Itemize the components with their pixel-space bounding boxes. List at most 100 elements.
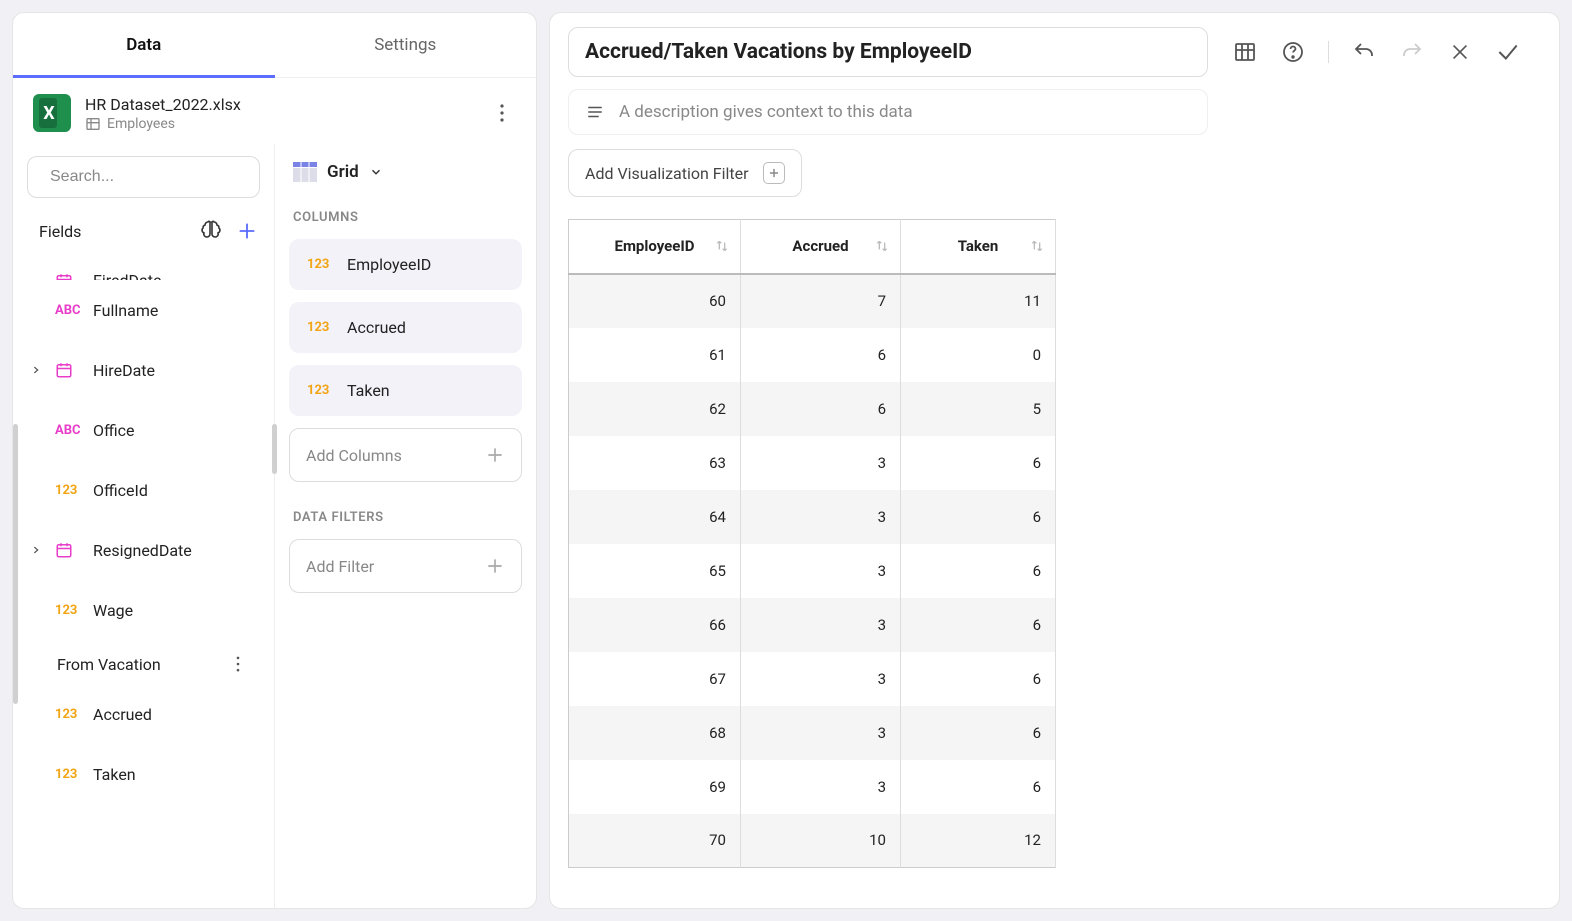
field-name: OfficeId <box>93 481 148 500</box>
ai-suggest-button[interactable] <box>198 218 224 244</box>
columns-section-label: COLUMNS <box>289 210 522 225</box>
table-row[interactable]: 6836 <box>569 706 1056 760</box>
help-button[interactable] <box>1280 39 1306 65</box>
table-view-button[interactable] <box>1232 39 1258 65</box>
table-icon <box>1233 40 1257 64</box>
cell-accrued: 3 <box>741 760 901 814</box>
column-pill[interactable]: 123Taken <box>289 365 522 416</box>
table-row[interactable]: 6636 <box>569 598 1056 652</box>
column-header-employeeid[interactable]: EmployeeID <box>569 220 741 274</box>
scrollbar[interactable] <box>272 424 277 474</box>
field-item[interactable]: FiredDate <box>31 250 266 280</box>
table-row[interactable]: 6736 <box>569 652 1056 706</box>
excel-file-icon: X <box>33 94 71 132</box>
column-pill[interactable]: 123Accrued <box>289 302 522 353</box>
column-pill[interactable]: 123 EmployeeID <box>289 239 522 290</box>
field-name: Fullname <box>93 301 158 320</box>
table-row[interactable]: 6536 <box>569 544 1056 598</box>
cell-employeeid: 64 <box>569 490 741 544</box>
plus-icon <box>485 445 505 465</box>
field-name: Accrued <box>93 705 152 724</box>
table-row[interactable]: 60711 <box>569 274 1056 328</box>
toolbar <box>1232 39 1521 65</box>
datasource-more-button[interactable] <box>488 99 516 127</box>
fields-label: Fields <box>39 222 188 241</box>
group-more-button[interactable] <box>224 650 252 678</box>
filters-section-label: DATA FILTERS <box>289 510 522 525</box>
field-item[interactable]: 123OfficeId <box>31 460 266 520</box>
field-item[interactable]: ABCOffice <box>31 400 266 460</box>
table-row[interactable]: 6265 <box>569 382 1056 436</box>
datasource-sheet-name: Employees <box>107 116 175 132</box>
number-type-icon: 123 <box>55 707 83 722</box>
visualization-title-input[interactable]: Accrued/Taken Vacations by EmployeeID <box>568 27 1208 77</box>
field-item[interactable]: 123Wage <box>31 580 266 640</box>
cell-accrued: 3 <box>741 436 901 490</box>
tab-settings[interactable]: Settings <box>275 13 537 77</box>
help-icon <box>1281 40 1305 64</box>
cell-taken: 6 <box>901 598 1056 652</box>
date-type-icon <box>55 272 83 280</box>
column-header-taken[interactable]: Taken <box>901 220 1056 274</box>
cell-accrued: 3 <box>741 706 901 760</box>
search-input[interactable] <box>50 168 257 186</box>
cell-employeeid: 63 <box>569 436 741 490</box>
cell-taken: 12 <box>901 814 1056 868</box>
field-item[interactable]: ResignedDate <box>31 520 266 580</box>
add-columns-dropzone[interactable]: Add Columns <box>289 428 522 482</box>
table-row[interactable]: 701012 <box>569 814 1056 868</box>
field-item[interactable]: 123Taken <box>31 744 266 804</box>
confirm-button[interactable] <box>1495 39 1521 65</box>
table-row[interactable]: 6436 <box>569 490 1056 544</box>
cell-accrued: 6 <box>741 328 901 382</box>
column-header-accrued[interactable]: Accrued <box>741 220 901 274</box>
undo-button[interactable] <box>1351 39 1377 65</box>
field-name: Office <box>93 421 135 440</box>
cell-employeeid: 67 <box>569 652 741 706</box>
column-pill-label: Taken <box>347 381 390 400</box>
visualization-type-label: Grid <box>327 162 359 182</box>
description-placeholder: A description gives context to this data <box>619 102 913 122</box>
plus-icon <box>236 220 258 242</box>
cell-accrued: 3 <box>741 490 901 544</box>
fields-list: FiredDateABCFullnameHireDateABCOffice123… <box>13 248 274 908</box>
cancel-button[interactable] <box>1447 39 1473 65</box>
field-name: Wage <box>93 601 133 620</box>
field-item[interactable]: HireDate <box>31 340 266 400</box>
cell-accrued: 3 <box>741 598 901 652</box>
field-name: Taken <box>93 765 136 784</box>
date-type-icon <box>55 541 83 559</box>
cell-taken: 5 <box>901 382 1056 436</box>
table-row[interactable]: 6936 <box>569 760 1056 814</box>
cell-accrued: 7 <box>741 274 901 328</box>
datasource-sheet: Employees <box>85 116 474 132</box>
add-viz-filter-button[interactable]: Add Visualization Filter <box>568 149 802 197</box>
scrollbar[interactable] <box>13 424 18 704</box>
more-vertical-icon <box>494 103 510 123</box>
cell-taken: 0 <box>901 328 1056 382</box>
cell-employeeid: 68 <box>569 706 741 760</box>
add-viz-filter-label: Add Visualization Filter <box>585 164 749 183</box>
field-item[interactable]: 123 Accrued <box>31 684 266 744</box>
column-pill-label: EmployeeID <box>347 255 431 274</box>
field-item[interactable]: ABCFullname <box>31 280 266 340</box>
description-input[interactable]: A description gives context to this data <box>568 89 1208 135</box>
cell-taken: 6 <box>901 490 1056 544</box>
tab-data[interactable]: Data <box>13 13 275 77</box>
visualization-type-selector[interactable]: Grid <box>289 162 522 182</box>
search-box[interactable] <box>27 156 260 198</box>
add-field-button[interactable] <box>234 218 260 244</box>
add-filter-dropzone[interactable]: Add Filter <box>289 539 522 593</box>
brain-icon <box>199 219 223 243</box>
number-type-icon: 123 <box>307 257 335 272</box>
table-row[interactable]: 6160 <box>569 328 1056 382</box>
cell-accrued: 10 <box>741 814 901 868</box>
fields-group-header: From Vacation <box>31 640 266 684</box>
datasource-info: HR Dataset_2022.xlsx Employees <box>85 95 474 132</box>
table-row[interactable]: 6336 <box>569 436 1056 490</box>
cell-accrued: 6 <box>741 382 901 436</box>
redo-button[interactable] <box>1399 39 1425 65</box>
cell-employeeid: 65 <box>569 544 741 598</box>
cell-employeeid: 70 <box>569 814 741 868</box>
left-panel: Data Settings X HR Dataset_2022.xlsx Emp… <box>12 12 537 909</box>
